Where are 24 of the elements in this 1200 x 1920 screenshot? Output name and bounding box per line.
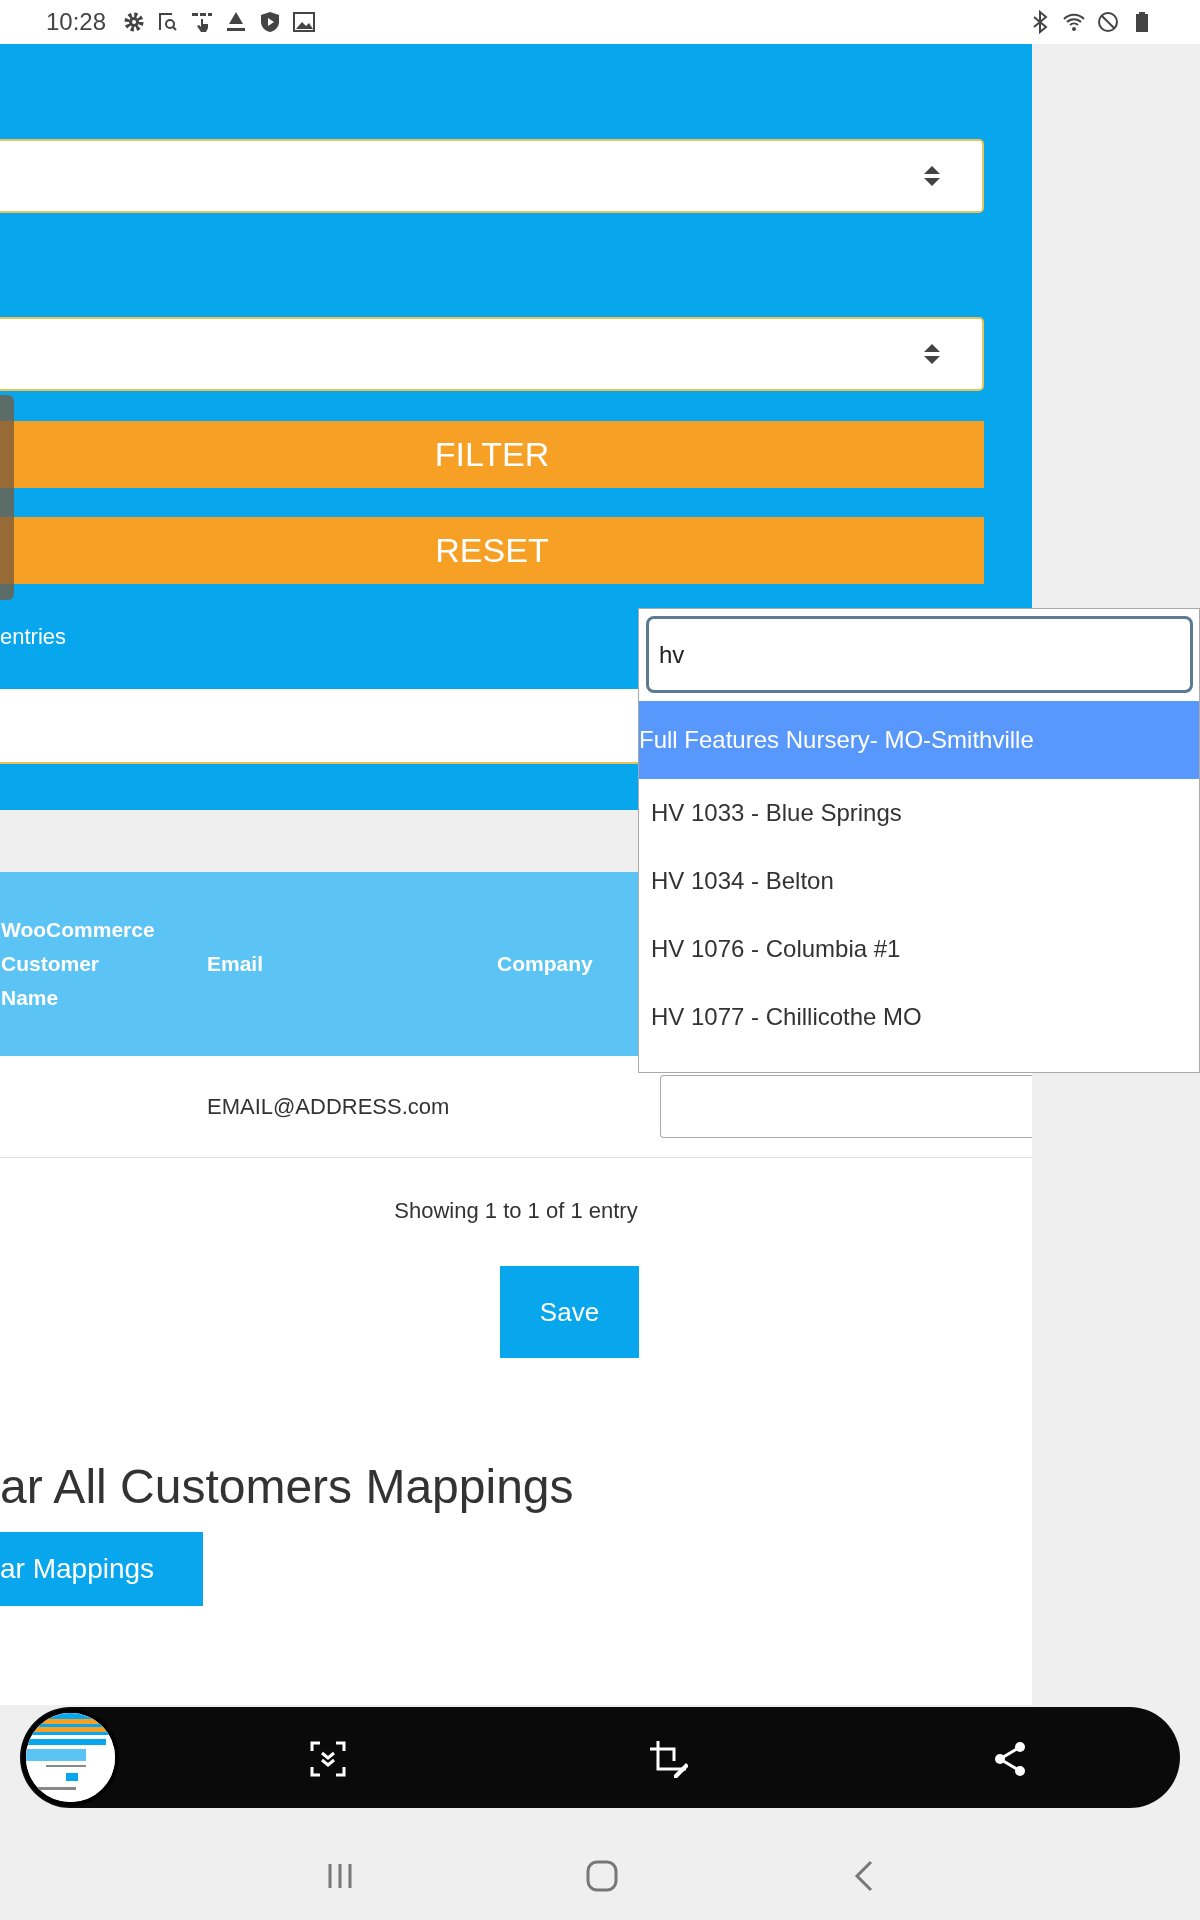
section-heading: ar All Customers Mappings [0,1460,574,1513]
sort-arrows-icon [922,343,942,365]
input-field[interactable] [660,1075,1032,1138]
image-icon [292,10,317,34]
search-field[interactable]: hv [646,616,1193,693]
column-header: Email [207,951,264,977]
blocked-icon [1096,10,1120,34]
hand-icon [190,10,215,34]
select-field[interactable] [0,317,984,391]
sort-arrows-icon [922,165,942,187]
column-header: Company [497,951,593,977]
column-header: WooCommerce Customer Name [0,917,156,1011]
dropdown-option[interactable]: HV 1076 - Columbia #1 [639,915,1199,983]
scroll-handle[interactable] [0,395,14,600]
table-cell-text: EMAIL@ADDRESS.com [207,1093,451,1120]
select-field[interactable] [0,139,984,213]
entries-label: entries [0,623,67,650]
table-info: Showing 1 to 1 of 1 entry [394,1198,638,1224]
dropdown-option[interactable]: HV 1034 - Belton [639,847,1199,915]
dropdown-option[interactable]: HV 1033 - Blue Springs [639,779,1199,847]
scroll-capture-icon[interactable] [308,1739,348,1779]
status-time: 10:28 [46,8,107,36]
crop-edit-icon[interactable] [648,1739,688,1779]
dropdown-option[interactable]: HV 1077 - Chillicothe MO [639,983,1199,1051]
